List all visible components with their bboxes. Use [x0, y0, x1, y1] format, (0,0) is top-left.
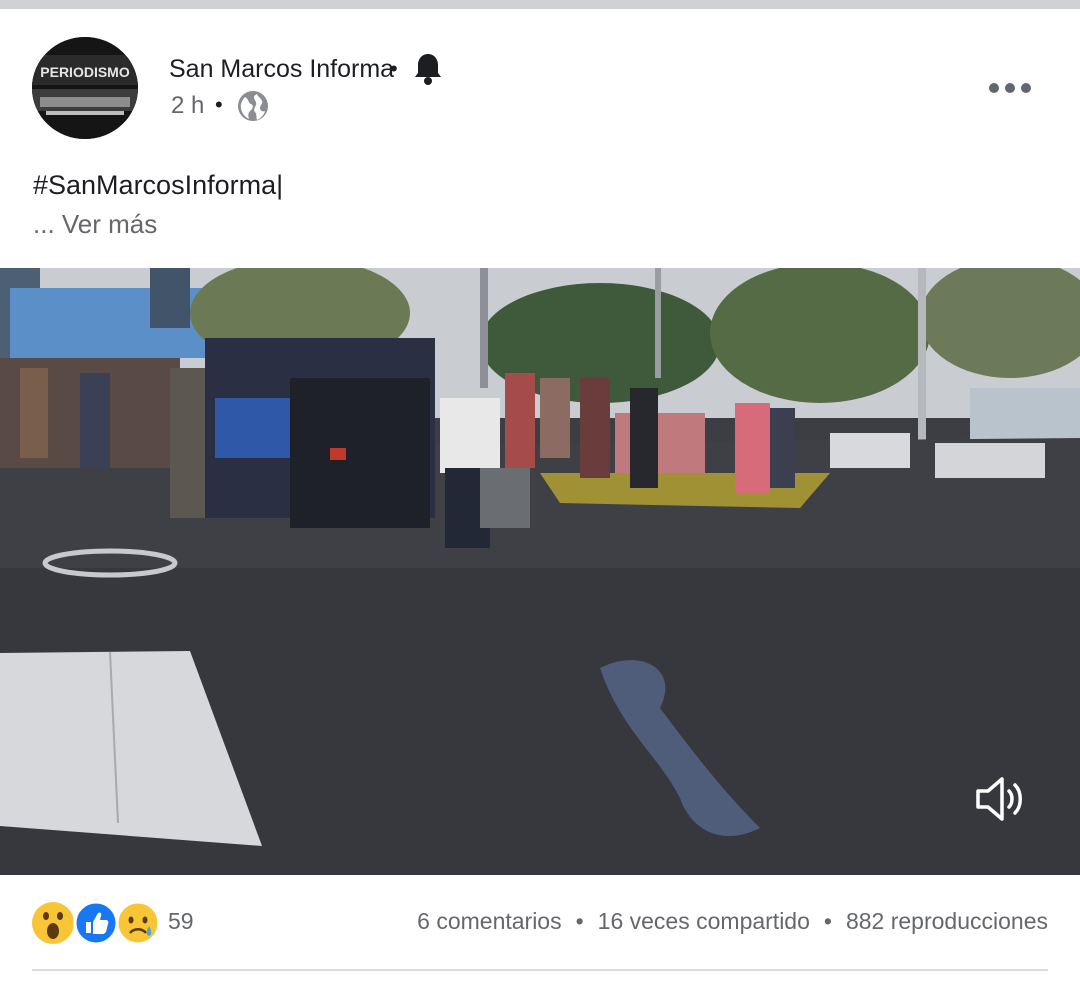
name-separator: • — [390, 56, 398, 81]
top-strip — [0, 0, 1080, 9]
like-reaction-icon — [73, 900, 119, 946]
sad-reaction-icon — [115, 900, 161, 946]
see-more-link[interactable]: ... Ver más — [33, 209, 157, 240]
views-count: 882 reproducciones — [845, 908, 1048, 934]
reactions-summary[interactable] — [31, 900, 161, 946]
post-time[interactable]: 2 h — [171, 92, 204, 120]
more-options-icon[interactable] — [986, 78, 1036, 98]
video-frame — [0, 268, 1080, 875]
page-name[interactable]: San Marcos Informa — [169, 55, 394, 84]
page-avatar[interactable]: PERIODISMO — [32, 37, 138, 139]
time-separator: • — [215, 92, 223, 117]
stats-separator: • — [575, 908, 584, 934]
volume-icon[interactable] — [972, 770, 1030, 828]
bell-icon[interactable] — [412, 51, 444, 87]
video-player[interactable] — [0, 268, 1080, 875]
wow-reaction-icon — [32, 902, 74, 944]
avatar-text: PERIODISMO — [40, 64, 130, 80]
stats-separator: • — [823, 908, 832, 934]
shares-count[interactable]: 16 veces compartido — [598, 908, 810, 935]
comments-count[interactable]: 6 comentarios — [417, 908, 561, 935]
reaction-count[interactable]: 59 — [168, 908, 194, 935]
globe-icon — [236, 89, 270, 123]
post-text: #SanMarcosInforma| — [33, 170, 284, 200]
footer-divider — [32, 969, 1048, 971]
post-stats: 6 comentarios • 16 veces compartido • 882 re… — [417, 908, 1048, 935]
